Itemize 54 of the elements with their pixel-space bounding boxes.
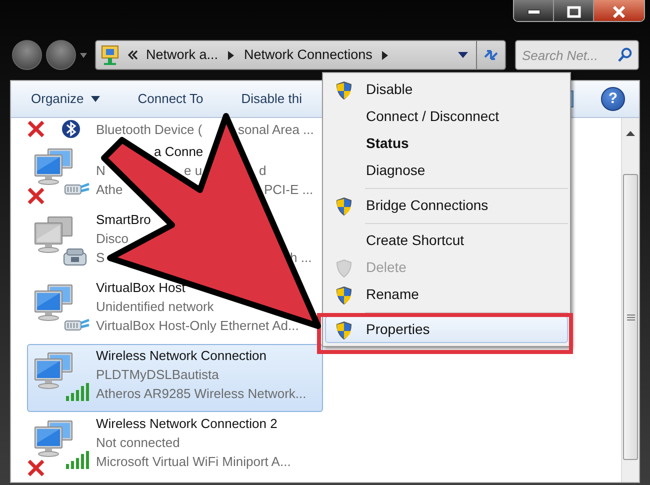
device-name: S	[96, 250, 105, 265]
connection-status: d	[259, 162, 266, 180]
connection-status: Not connected	[96, 435, 180, 450]
minimize-icon	[526, 8, 540, 15]
menu-item[interactable]: Diagnose	[325, 157, 568, 184]
connection-status: e u	[184, 162, 202, 180]
menu-item[interactable]: Status	[325, 130, 568, 157]
maximize-icon	[566, 6, 580, 18]
connection-name: Wireless Network Connection	[96, 348, 267, 363]
device-name: sonal Area ...	[238, 121, 314, 139]
menu-item[interactable]: Properties	[325, 316, 568, 343]
chevron-icon[interactable]	[128, 50, 138, 60]
connection-name: VirtualBox Host	[96, 280, 186, 295]
menu-item[interactable]: Bridge Connections	[325, 192, 568, 219]
close-button[interactable]	[594, 0, 644, 21]
device-name: VirtualBox Host-Only Ethernet Ad...	[96, 318, 299, 333]
help-button[interactable]: ?	[601, 87, 625, 111]
connection-status: Unidentified network	[96, 299, 214, 314]
toolbar-button[interactable]: Connect To	[138, 89, 204, 109]
breadcrumb-link[interactable]: Network a...	[146, 44, 218, 66]
connection-item[interactable]: Wireless Network Connection PLDTMyDSLBautista Atheros AR9285 Wireless Network...	[27, 344, 323, 412]
address-bar[interactable]: Network a... Network Connections	[95, 40, 477, 70]
menu-item[interactable]: Connect / Disconnect	[325, 103, 568, 130]
toolbar-button[interactable]: Disable thi	[241, 89, 302, 109]
toolbar-button[interactable]: Organize	[31, 89, 100, 109]
connection-status: N	[96, 163, 106, 178]
dropdown-arrow-icon[interactable]	[458, 52, 468, 58]
scrollbar-thumb[interactable]	[623, 174, 638, 460]
device-name: Athe	[96, 182, 123, 197]
connection-status: PLDTMyDSLBautista	[96, 367, 219, 382]
caret-icon[interactable]	[80, 52, 87, 58]
breadcrumb-link[interactable]: Network Connections	[244, 44, 372, 66]
maximize-button[interactable]	[554, 0, 594, 21]
connection-name: a Conne	[154, 143, 204, 161]
refresh-button[interactable]	[477, 40, 506, 70]
menu-item[interactable]: Rename	[325, 281, 568, 308]
breadcrumb-arrow-icon[interactable]	[228, 50, 234, 60]
device-name: Bluetooth Device (	[96, 122, 202, 137]
forward-button[interactable]	[46, 40, 76, 70]
breadcrumb-arrow-icon[interactable]	[382, 50, 388, 60]
connection-name: Wireless Network Connection 2	[96, 416, 278, 431]
search-field[interactable]: Search Net...	[515, 40, 639, 70]
back-button[interactable]	[12, 40, 42, 70]
device-name: Atheros AR9285 Wireless Network...	[96, 386, 306, 401]
connection-status: Disco	[96, 231, 129, 246]
minimize-button[interactable]	[514, 0, 554, 21]
menu-item[interactable]: Disable	[325, 76, 568, 103]
close-icon	[612, 6, 626, 18]
grip-icon	[626, 314, 634, 320]
menu-item[interactable]: Create Shortcut	[325, 227, 568, 254]
device-name: Microsoft Virtual WiFi Miniport A...	[96, 454, 291, 469]
device-name: PCI-E ...	[264, 181, 314, 199]
bluetooth-icon	[61, 119, 81, 139]
connection-name: SmartBro	[96, 212, 151, 227]
